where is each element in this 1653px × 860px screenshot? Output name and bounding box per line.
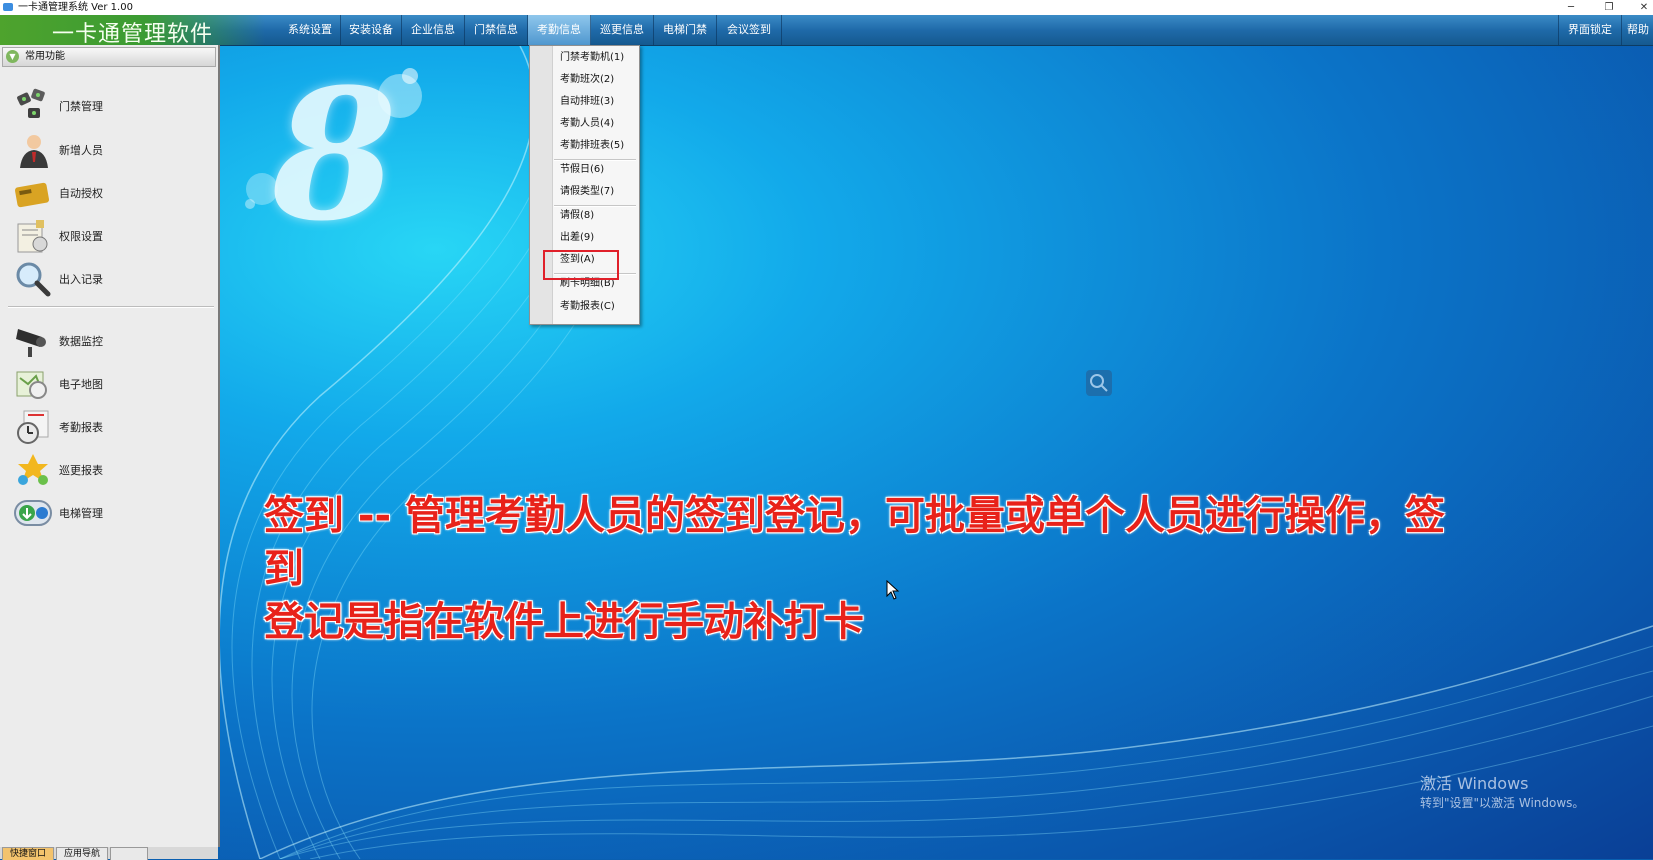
panel-header[interactable]: ▼ 常用功能 [2,47,216,67]
menu-elevator-access[interactable]: 电梯门禁 [654,15,717,45]
sidebar-item-label: 巡更报表 [59,464,103,477]
menu-patrol-info[interactable]: 巡更信息 [591,15,654,45]
activation-subtitle: 转到"设置"以激活 Windows。 [1420,796,1585,810]
caption-line-1: 签到 -- 管理考勤人员的签到登记，可批量或单个人员进行操作，签到 [264,493,1446,592]
sidebar-item-entry-records[interactable]: 出入记录 [14,259,204,299]
sidebar-item-label: 门禁管理 [59,100,103,113]
wave-decoration [220,46,1653,859]
sidebar-item-label: 新增人员 [59,144,103,157]
window-title: 一卡通管理系统 Ver 1.00 [18,2,133,13]
menu-meeting-signin[interactable]: 会议签到 [717,15,782,45]
menu-attendance-info[interactable]: 考勤信息 [528,15,591,45]
sidebar-item-attendance-report[interactable]: 考勤报表 [14,407,204,447]
camera-icon [14,323,52,359]
tab-app-navigation[interactable]: 应用导航 [56,847,108,860]
door-access-icon [14,88,52,124]
sidebar-divider [8,306,214,308]
sidebar-item-e-map[interactable]: 电子地图 [14,364,204,404]
minimize-button[interactable]: ─ [1560,0,1582,15]
main-background: 8 签到 -- 管理考勤人员的签到登记，可批量或单个人员进行操作，签到 登记是指… [220,46,1653,859]
menu-item-attendance-shift[interactable]: 考勤班次(2) [560,70,614,90]
activation-title: 激活 Windows [1420,774,1529,793]
sidebar-item-label: 自动授权 [59,187,103,200]
tab-quick-window[interactable]: 快捷窗口 [2,847,54,860]
menu-item-holidays[interactable]: 节假日(6) [560,160,604,180]
sidebar-item-label: 数据监控 [59,335,103,348]
menu-item-door-attendance-machine[interactable]: 门禁考勤机(1) [560,48,624,68]
sidebar-item-auto-authorize[interactable]: 自动授权 [14,173,204,213]
magnifier-icon [14,261,52,297]
collapse-chevron-icon[interactable]: ▼ [6,50,19,63]
patrol-icon [14,452,52,488]
bottom-tabs: 快捷窗口 应用导航 [0,847,218,860]
windows-activation-watermark: 激活 Windows 转到"设置"以激活 Windows。 [1420,774,1584,812]
attendance-dropdown-menu: 门禁考勤机(1) 考勤班次(2) 自动排班(3) 考勤人员(4) 考勤排班表(5… [529,45,640,325]
logo-numeral: 8 [272,50,398,261]
brand-title: 一卡通管理软件 [52,22,214,47]
menu-gutter [530,46,553,324]
menu-item-leave[interactable]: 请假(8) [560,206,594,226]
brand-banner: 一卡通管理软件 [0,15,265,47]
menu-item-attendance-staff[interactable]: 考勤人员(4) [560,114,614,134]
caption-line-2: 登记是指在软件上进行手动补打卡 [264,599,864,645]
menu-system-settings[interactable]: 系统设置 [280,15,341,45]
sidebar-item-label: 考勤报表 [59,421,103,434]
panel-header-label: 常用功能 [25,51,65,62]
clock-icon [14,409,52,445]
menu-item-attendance-report[interactable]: 考勤报表(C) [560,297,615,317]
close-button[interactable]: ✕ [1633,0,1653,15]
window-titlebar: 一卡通管理系统 Ver 1.00 ─ ❐ ✕ [0,0,1653,15]
menu-door-info[interactable]: 门禁信息 [465,15,528,45]
menu-install-device[interactable]: 安装设备 [341,15,402,45]
sidebar-item-add-person[interactable]: 新增人员 [14,130,204,170]
menu-lock-screen[interactable]: 界面锁定 [1558,15,1621,45]
sidebar-item-label: 电子地图 [59,378,103,391]
menu-item-auto-schedule[interactable]: 自动排班(3) [560,92,614,112]
zoom-icon[interactable] [1086,370,1112,396]
sidebar-item-door-management[interactable]: 门禁管理 [14,86,204,126]
sidebar-item-patrol-report[interactable]: 巡更报表 [14,450,204,490]
mouse-cursor-icon [886,580,900,600]
tab-extra[interactable] [110,847,148,860]
app-icon [3,3,13,11]
sidebar-item-label: 权限设置 [59,230,103,243]
sidebar-item-data-monitor[interactable]: 数据监控 [14,321,204,361]
menubar: 一卡通管理软件 系统设置 安装设备 企业信息 门禁信息 考勤信息 巡更信息 电梯… [0,15,1653,47]
menu-item-schedule-table[interactable]: 考勤排班表(5) [560,136,624,156]
card-icon [14,175,52,211]
menu-help[interactable]: 帮助 [1621,15,1653,45]
sidebar-item-permission-settings[interactable]: 权限设置 [14,216,204,256]
map-icon [14,366,52,402]
person-icon [14,132,52,168]
restore-button[interactable]: ❐ [1598,0,1620,15]
menu-item-business-trip[interactable]: 出差(9) [560,228,594,248]
tutorial-caption: 签到 -- 管理考勤人员的签到登记，可批量或单个人员进行操作，签到 登记是指在软… [264,490,1484,649]
menu-item-leave-types[interactable]: 请假类型(7) [560,182,614,202]
sidebar-item-label: 电梯管理 [59,507,103,520]
permission-icon [14,218,52,254]
elevator-icon [14,495,52,531]
sidebar-item-label: 出入记录 [59,273,103,286]
sidebar-item-elevator-management[interactable]: 电梯管理 [14,493,204,533]
menu-enterprise-info[interactable]: 企业信息 [402,15,465,45]
left-panel: ▼ 常用功能 门禁管理 新增人员 自动授权 权限设置 出入记录 数据监控 电子地… [0,45,220,847]
highlight-annotation-box [543,250,619,280]
